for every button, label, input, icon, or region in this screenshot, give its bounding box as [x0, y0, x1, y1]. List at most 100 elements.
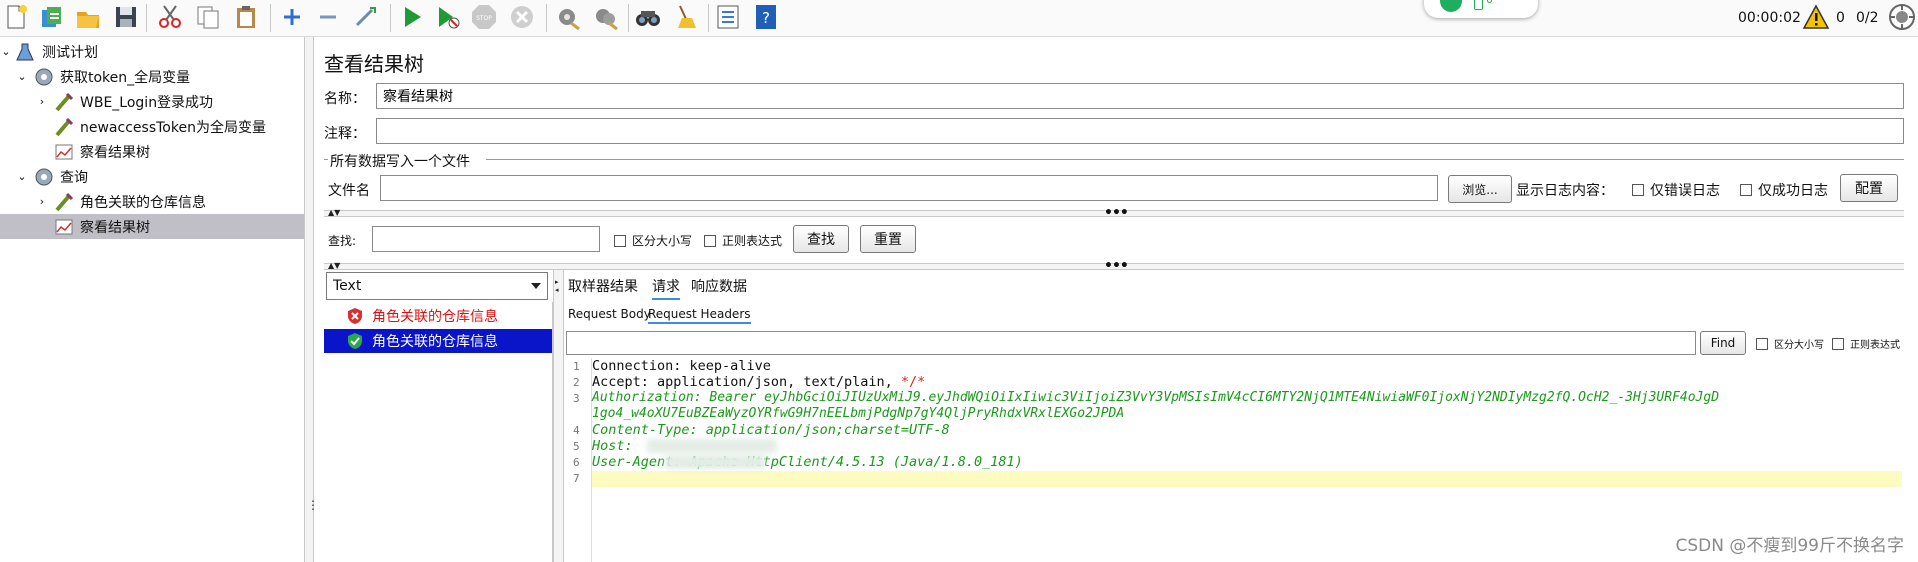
chevron-right-icon[interactable]: › [36, 95, 48, 108]
errors-only-label: 仅错误日志 [1650, 183, 1720, 199]
search-input[interactable] [372, 226, 600, 252]
save-icon[interactable] [110, 1, 142, 33]
toggle-icon[interactable] [350, 1, 382, 33]
toolbar-separator [546, 4, 547, 32]
subtab-request-headers[interactable]: Request Headers [648, 307, 751, 324]
checkbox-box[interactable] [1756, 337, 1768, 350]
warning-count: 0 [1836, 10, 1845, 26]
svg-text:?: ? [762, 9, 770, 27]
file-name-field[interactable] [380, 175, 1438, 201]
tab-sampler-result[interactable]: 取样器结果 [568, 276, 638, 296]
results-divider[interactable]: ▲▼ ••• [324, 258, 1904, 274]
success-only-checkbox[interactable]: 仅成功日志 [1740, 180, 1828, 200]
result-item-success[interactable]: 角色关联的仓库信息 [324, 329, 552, 353]
line-number: 7 [573, 472, 580, 485]
header-line-connection: Connection: keep-alive [592, 358, 771, 374]
browse-button[interactable]: 浏览... [1448, 175, 1512, 203]
result-item-label: 角色关联的仓库信息 [372, 334, 498, 350]
toolbar: STOP ? 0 00:00:02 0 0/2 [0, 0, 1918, 37]
tree-item-listener[interactable]: 察看结果树 [0, 139, 304, 164]
header-line-content-type: Content-Type: application/json;charset=U… [592, 422, 950, 438]
chevron-down-icon[interactable]: ⌄ [16, 170, 28, 183]
chevron-down-icon[interactable]: ⌄ [16, 70, 28, 83]
start-icon[interactable] [396, 1, 428, 33]
paste-icon[interactable] [230, 1, 262, 33]
errors-only-checkbox[interactable]: 仅错误日志 [1632, 180, 1720, 200]
open-icon[interactable] [72, 1, 104, 33]
cut-icon[interactable] [154, 1, 186, 33]
expand-icon[interactable] [276, 1, 308, 33]
results-list: 角色关联的仓库信息 角色关联的仓库信息 [324, 302, 553, 562]
tree-item-label: newaccessToken为全局变量 [80, 119, 266, 136]
warning-icon[interactable] [1800, 1, 1832, 33]
function-helper-icon[interactable] [712, 1, 744, 33]
case-sensitive-checkbox[interactable]: 区分大小写 [614, 232, 692, 249]
remote-status-icon[interactable] [1886, 1, 1918, 33]
text-search-input[interactable] [566, 331, 1696, 355]
tree-item-sampler[interactable]: › WBE_Login登录成功 [0, 89, 304, 114]
toolbar-separator [390, 4, 391, 32]
checkbox-box[interactable] [704, 234, 716, 247]
chevron-right-icon[interactable]: › [36, 195, 48, 208]
group-border [324, 159, 328, 160]
reset-button[interactable]: 重置 [860, 225, 916, 253]
header-line-accept: Accept: application/json, text/plain, */… [592, 374, 925, 390]
tree-item-label: 察看结果树 [80, 144, 150, 161]
renderer-value: Text [333, 278, 362, 294]
results-splitter[interactable]: ▸ ◂ [553, 270, 564, 562]
result-item-label: 角色关联的仓库信息 [372, 309, 498, 325]
stop-icon[interactable]: STOP [468, 1, 500, 33]
checkbox-box[interactable] [1740, 184, 1752, 196]
file-group-label: 所有数据写入一个文件 [330, 154, 470, 170]
help-icon[interactable]: ? [750, 1, 782, 33]
floating-status-pill: 0 [1424, 0, 1538, 18]
tree-item-listener-selected[interactable]: 察看结果树 [0, 214, 304, 239]
search-icon[interactable] [632, 1, 664, 33]
text-find-button[interactable]: Find [1700, 331, 1746, 355]
text-regex-checkbox[interactable]: 正则表达式 [1832, 336, 1900, 351]
clear-icon[interactable] [552, 1, 584, 33]
search-label: 查找: [328, 234, 357, 248]
start-no-pause-icon[interactable] [432, 1, 464, 33]
name-field[interactable] [376, 83, 1904, 109]
tab-response-data[interactable]: 响应数据 [691, 276, 747, 296]
watermark: CSDN @不瘦到99斤不换名字 [1675, 536, 1904, 556]
find-button[interactable]: 查找 [793, 225, 849, 253]
subtab-request-body[interactable]: Request Body [568, 307, 651, 321]
header-value: keep-alive [689, 358, 771, 374]
thread-count: 0/2 [1856, 10, 1879, 26]
renderer-select[interactable]: Text [326, 272, 548, 300]
svg-text:STOP: STOP [476, 15, 492, 22]
pill-count: 0 [1486, 0, 1493, 6]
panel-divider[interactable]: ▲▼ ••• [324, 205, 1904, 221]
clear-all-icon[interactable] [590, 1, 622, 33]
header-line-authorization: Authorization: Bearer eyJhbGciOiJIUzUxMi… [592, 390, 1720, 405]
templates-icon[interactable] [36, 1, 68, 33]
status-dot-icon [1440, 0, 1462, 12]
reset-search-icon[interactable] [670, 1, 702, 33]
postprocessor-icon [55, 117, 74, 136]
chevron-down-icon[interactable]: ⌄ [0, 45, 12, 58]
tree-item-test-plan[interactable]: ⌄ 测试计划 [0, 39, 304, 64]
regex-checkbox[interactable]: 正则表达式 [704, 232, 782, 249]
tree-item-thread-group[interactable]: ⌄ 获取token_全局变量 [0, 64, 304, 89]
config-button[interactable]: 配置 [1840, 174, 1898, 202]
comment-field[interactable] [376, 118, 1904, 144]
copy-icon[interactable] [192, 1, 224, 33]
result-item-error[interactable]: 角色关联的仓库信息 [324, 304, 552, 328]
text-case-checkbox[interactable]: 区分大小写 [1756, 336, 1824, 351]
tree-item-sampler[interactable]: › 角色关联的仓库信息 [0, 189, 304, 214]
checkbox-box[interactable] [614, 234, 626, 247]
checkbox-box[interactable] [1632, 184, 1644, 196]
checkbox-box[interactable] [1832, 337, 1844, 350]
tree-item-thread-group[interactable]: ⌄ 查询 [0, 164, 304, 189]
toolbar-separator [628, 4, 629, 32]
shutdown-icon[interactable] [506, 1, 538, 33]
new-icon[interactable] [0, 1, 32, 33]
tree-item-postprocessor[interactable]: newaccessToken为全局变量 [0, 114, 304, 139]
tree-splitter[interactable]: ⋮ [305, 37, 319, 562]
tab-request[interactable]: 请求 [652, 276, 680, 300]
chevron-down-icon [531, 283, 541, 289]
header-key: Accept: [592, 374, 649, 390]
collapse-icon[interactable] [312, 1, 344, 33]
